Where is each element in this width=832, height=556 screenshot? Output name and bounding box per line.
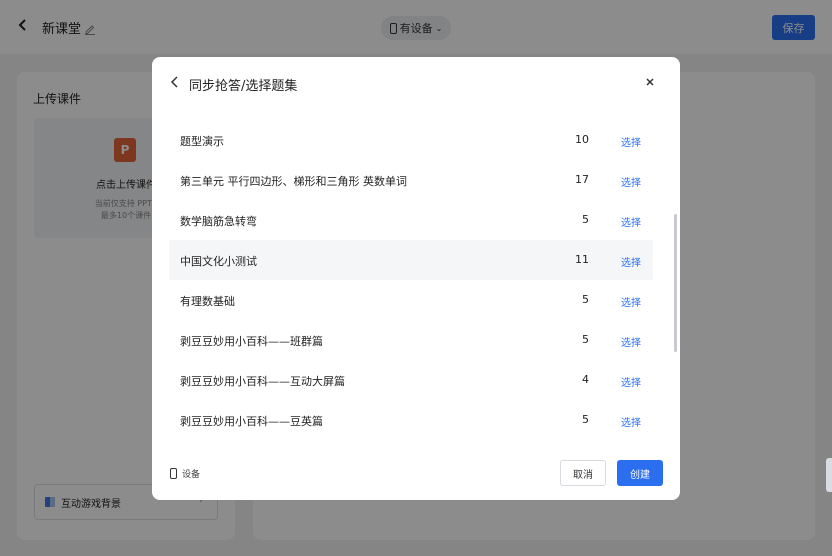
list-item: 剥豆豆妙用小百科——班群篇 5 选择 — [169, 320, 653, 360]
question-set-name: 有理数基础 — [180, 295, 235, 308]
question-count: 5 — [582, 413, 589, 426]
select-link[interactable]: 选择 — [621, 294, 641, 309]
question-set-name: 剥豆豆妙用小百科——互动大屏篇 — [180, 375, 345, 388]
question-set-list: 题型演示 10 选择 第三单元 平行四边形、梯形和三角形 英数单词 17 选择 … — [169, 120, 653, 480]
list-item: 数学脑筋急转弯 5 选择 — [169, 200, 653, 240]
footer-device-label: 设备 — [182, 470, 201, 480]
select-link[interactable]: 选择 — [621, 374, 641, 389]
select-link[interactable]: 选择 — [621, 134, 641, 149]
question-set-name: 题型演示 — [180, 135, 224, 148]
modal-title: 同步抢答/选择题集 — [189, 79, 298, 94]
select-link[interactable]: 选择 — [621, 414, 641, 429]
select-link[interactable]: 选择 — [621, 254, 641, 269]
list-item: 题型演示 10 选择 — [169, 120, 653, 160]
select-link[interactable]: 选择 — [621, 214, 641, 229]
question-count: 4 — [582, 373, 589, 386]
list-scrollbar[interactable] — [674, 214, 677, 352]
question-set-name: 剥豆豆妙用小百科——豆英篇 — [180, 415, 323, 428]
question-count: 5 — [582, 333, 589, 346]
list-item: 中国文化小测试 11 选择 — [169, 240, 653, 280]
question-count: 5 — [582, 213, 589, 226]
question-count: 10 — [575, 133, 589, 146]
phone-icon — [170, 468, 177, 479]
create-button[interactable]: 创建 — [617, 460, 663, 486]
select-link[interactable]: 选择 — [621, 334, 641, 349]
question-count: 5 — [582, 293, 589, 306]
list-item: 剥豆豆妙用小百科——豆英篇 5 选择 — [169, 400, 653, 440]
cancel-button[interactable]: 取消 — [560, 460, 606, 486]
select-link[interactable]: 选择 — [621, 174, 641, 189]
question-count: 17 — [575, 173, 589, 186]
question-count: 11 — [575, 253, 589, 266]
modal-back-chevron-icon[interactable] — [170, 75, 184, 91]
question-set-name: 第三单元 平行四边形、梯形和三角形 英数单词 — [180, 175, 407, 188]
question-set-name: 数学脑筋急转弯 — [180, 215, 257, 228]
question-set-name: 中国文化小测试 — [180, 255, 257, 268]
side-edge-handle[interactable] — [826, 458, 832, 492]
close-icon[interactable] — [643, 75, 657, 91]
list-item: 第三单元 平行四边形、梯形和三角形 英数单词 17 选择 — [169, 160, 653, 200]
list-item: 有理数基础 5 选择 — [169, 280, 653, 320]
question-set-name: 剥豆豆妙用小百科——班群篇 — [180, 335, 323, 348]
question-set-modal: 同步抢答/选择题集 题型演示 10 选择 第三单元 平行四边形、梯形和三角形 英… — [152, 57, 680, 500]
list-item: 剥豆豆妙用小百科——互动大屏篇 4 选择 — [169, 360, 653, 400]
footer-device-indicator: 设备 — [170, 467, 200, 480]
